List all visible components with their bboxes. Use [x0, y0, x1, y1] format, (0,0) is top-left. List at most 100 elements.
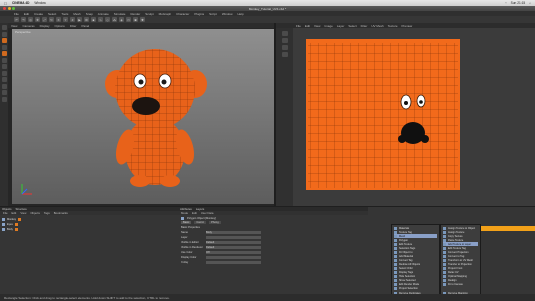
- attribute-field[interactable]: Off: [206, 250, 261, 254]
- object-row[interactable]: Body: [2, 227, 18, 231]
- move-icon[interactable]: ✥: [35, 17, 40, 22]
- attribute-field[interactable]: [206, 260, 261, 264]
- menu-file[interactable]: File: [14, 12, 19, 16]
- menu-sculpt[interactable]: Sculpt: [145, 12, 153, 16]
- spline-icon[interactable]: ∿: [98, 17, 103, 22]
- objects-menu-view[interactable]: View: [20, 211, 26, 215]
- attributes-button-phong[interactable]: Phong: [209, 220, 221, 224]
- uv-points-icon[interactable]: [1, 57, 7, 63]
- uv-menu-image[interactable]: Image: [324, 24, 332, 28]
- menu-snap[interactable]: Snap: [86, 12, 93, 16]
- attribute-field[interactable]: Body: [206, 230, 261, 234]
- camera-icon[interactable]: ◙: [133, 17, 138, 22]
- uv-menu-select[interactable]: Select: [348, 24, 356, 28]
- attribute-row[interactable]: Visible in Editor Default: [181, 240, 261, 244]
- uv-menu-file[interactable]: File: [296, 24, 301, 28]
- menu-window[interactable]: Window: [222, 12, 233, 16]
- undo-icon[interactable]: ↶: [14, 17, 19, 22]
- attribute-row[interactable]: Visible in Renderer Default: [181, 245, 261, 249]
- uv-fill-icon[interactable]: [281, 38, 288, 43]
- y-axis-icon[interactable]: Y: [63, 17, 68, 22]
- render-settings-icon[interactable]: ⚙: [84, 17, 89, 22]
- texture-tag-icon[interactable]: [14, 222, 18, 226]
- minimize-window-button[interactable]: [7, 7, 11, 10]
- menu-simulate[interactable]: Simulate: [114, 12, 126, 16]
- menu-mesh[interactable]: Mesh: [73, 12, 80, 16]
- rotate-icon[interactable]: ↻: [49, 17, 54, 22]
- texture-tag-icon[interactable]: [14, 227, 18, 231]
- uv-color-icon[interactable]: [281, 52, 288, 57]
- object-name[interactable]: Body: [7, 228, 13, 231]
- attribute-row[interactable]: X-Ray: [181, 260, 261, 264]
- menu-animate[interactable]: Animate: [98, 12, 109, 16]
- z-axis-icon[interactable]: Z: [70, 17, 75, 22]
- viewport-scene[interactable]: Perspective: [12, 29, 274, 204]
- uv-menu-texture[interactable]: Texture: [388, 24, 398, 28]
- monkey-model[interactable]: [12, 29, 274, 204]
- object-row[interactable]: Monkey: [2, 217, 22, 221]
- polygons-mode-icon[interactable]: [1, 51, 7, 56]
- lock-icon[interactable]: [1, 90, 7, 95]
- menu-character[interactable]: Character: [176, 12, 189, 16]
- mac-app-name[interactable]: CINEMA 4D: [12, 1, 29, 5]
- menu-render[interactable]: Render: [130, 12, 140, 16]
- render-view-icon[interactable]: ▶: [77, 17, 82, 22]
- close-window-button[interactable]: [3, 7, 6, 10]
- attributes-menu-mode[interactable]: Mode: [181, 211, 188, 215]
- menu-mograph[interactable]: MoGraph: [159, 12, 172, 16]
- uv-menu-filter[interactable]: Filter: [361, 24, 368, 28]
- attribute-row[interactable]: Layer: [181, 235, 261, 239]
- objects-menu-tags[interactable]: Tags: [44, 211, 50, 215]
- attribute-row[interactable]: Name Body: [181, 230, 261, 234]
- live-select-icon[interactable]: ◎: [28, 17, 33, 22]
- menu-plugins[interactable]: Plugins: [194, 12, 204, 16]
- axis-mode-icon[interactable]: [1, 70, 7, 76]
- objects-menu-bookmarks[interactable]: Bookmarks: [54, 211, 68, 215]
- uv-menu-view[interactable]: View: [314, 24, 320, 28]
- attribute-field[interactable]: [206, 255, 261, 259]
- uv-menu-edit[interactable]: Edit: [305, 24, 310, 28]
- apple-icon[interactable]: : [4, 1, 7, 6]
- attribute-row[interactable]: Display Color: [181, 255, 261, 259]
- scale-icon[interactable]: ⤢: [42, 17, 47, 22]
- attributes-menu-edit[interactable]: Edit: [192, 211, 197, 215]
- submenu-item[interactable]: Fit to Canvas: [443, 282, 478, 286]
- menu-select[interactable]: Select: [48, 12, 56, 16]
- objects-menu-edit[interactable]: Edit: [12, 211, 17, 215]
- menu-help[interactable]: Help: [238, 12, 244, 16]
- menu-edit[interactable]: Edit: [24, 12, 29, 16]
- context-menu-item[interactable]: Project Selection: [394, 286, 437, 290]
- nurbs-icon[interactable]: ◇: [105, 17, 110, 22]
- cube-icon[interactable]: ■: [91, 17, 96, 22]
- clock[interactable]: Sun 21:15: [511, 1, 526, 5]
- zoom-window-button[interactable]: [12, 7, 15, 10]
- menu-script[interactable]: Script: [209, 12, 217, 16]
- attributes-button-coord[interactable]: Coord.: [194, 220, 207, 224]
- model-mode-icon[interactable]: [1, 25, 7, 30]
- deformer-icon[interactable]: ◈: [119, 17, 124, 22]
- uv-brush-icon[interactable]: [281, 31, 288, 36]
- viewport-menu-cameras[interactable]: Cameras: [22, 24, 34, 28]
- soft-selection-icon[interactable]: [1, 96, 7, 102]
- snap-icon[interactable]: [1, 77, 7, 82]
- uv-menu-layer[interactable]: Layer: [337, 24, 345, 28]
- attributes-menu-user-data[interactable]: User Data: [201, 211, 214, 215]
- texture-tag-icon[interactable]: [18, 217, 22, 221]
- x-axis-icon[interactable]: X: [56, 17, 61, 22]
- menu-tools[interactable]: Tools: [61, 12, 68, 16]
- perspective-viewport[interactable]: View Cameras Display Options Filter Pane…: [8, 23, 277, 206]
- redo-icon[interactable]: ↷: [21, 17, 26, 22]
- attribute-field[interactable]: Default: [206, 240, 261, 244]
- mac-menu-window[interactable]: Window: [34, 1, 45, 5]
- uv-polygons-icon[interactable]: [1, 64, 7, 69]
- spotlight-icon[interactable]: ⌕: [529, 1, 531, 5]
- attribute-row[interactable]: Use Color Off: [181, 250, 261, 254]
- viewport-menu-filter[interactable]: Filter: [70, 24, 77, 28]
- points-mode-icon[interactable]: [1, 38, 7, 43]
- object-name[interactable]: Eyes: [7, 223, 13, 226]
- uv-menu-preview[interactable]: Preview: [402, 24, 413, 28]
- viewport-menu-panel[interactable]: Panel: [81, 24, 89, 28]
- texture-color-swatch[interactable]: [481, 226, 535, 231]
- attribute-field[interactable]: [206, 235, 261, 239]
- floor-icon[interactable]: ▭: [126, 17, 131, 22]
